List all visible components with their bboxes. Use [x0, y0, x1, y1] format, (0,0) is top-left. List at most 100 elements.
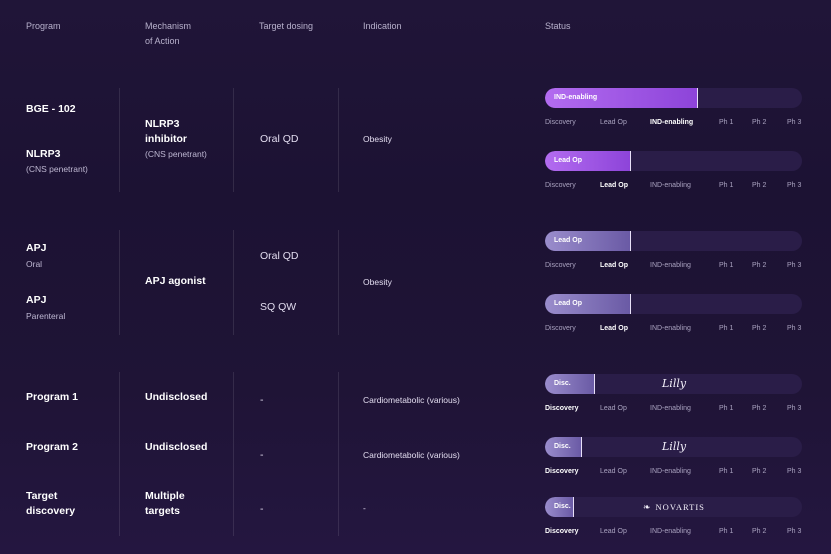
mechanism: Undisclosed: [145, 441, 208, 453]
program-name: NLRP3: [26, 148, 61, 160]
status-progress-marker: [594, 374, 595, 394]
divider: [233, 372, 234, 536]
stage-label: Discovery: [545, 468, 579, 475]
status-stage-label: Disc.: [554, 380, 571, 387]
status-stage-label: Lead Op: [554, 157, 583, 164]
status-stage-label: Disc.: [554, 443, 571, 450]
status-stage-label: IND-enabling: [554, 94, 598, 101]
program-subtitle: Oral: [26, 259, 43, 269]
divider: [233, 88, 234, 192]
partner-name: NOVARTIS: [655, 502, 705, 512]
stage-label: Ph 2: [752, 325, 767, 332]
status-progress-bar: Lead Op: [545, 231, 802, 251]
novartis-flame-icon: ❧: [643, 502, 652, 512]
stage-label: Ph 3: [787, 119, 802, 126]
stage-labels-row: Discovery Lead Op IND-enabling Ph 1 Ph 2 Ph 3: [545, 180, 805, 192]
header-mechanism: Mechanism of Action: [145, 19, 191, 49]
stage-label: Discovery: [545, 119, 576, 126]
mechanism-line: targets: [145, 505, 181, 517]
header-target-dosing: Target dosing: [259, 21, 314, 31]
status-progress-marker: [630, 231, 631, 251]
stage-label: Ph 2: [752, 468, 767, 475]
stage-label: IND-enabling: [650, 405, 691, 412]
divider: [338, 88, 339, 192]
status-progress-marker: [573, 497, 574, 517]
indication: Obesity: [363, 277, 392, 287]
stage-label: Lead Op: [600, 182, 629, 189]
program-name-line: Target: [26, 490, 58, 502]
mechanism: NLRP3 inhibitor: [145, 117, 187, 147]
stage-label: Ph 3: [787, 262, 802, 269]
stage-label: Ph 3: [787, 405, 802, 412]
stage-label: Discovery: [545, 528, 579, 535]
partner-logo-lilly: Lilly: [662, 440, 687, 453]
partner-logo-lilly: Lilly: [662, 377, 687, 390]
target-dosing: -: [260, 449, 264, 461]
divider: [338, 230, 339, 335]
stage-label: Lead Op: [600, 325, 629, 332]
mechanism-line: inhibitor: [145, 133, 187, 145]
stage-label: IND-enabling: [650, 262, 691, 269]
indication: Obesity: [363, 134, 392, 144]
stage-label: Ph 1: [719, 262, 734, 269]
stage-label: Lead Op: [600, 119, 627, 126]
header-indication: Indication: [363, 21, 402, 31]
stage-label: IND-enabling: [650, 468, 691, 475]
indication: Cardiometabolic (various): [363, 395, 460, 405]
target-dosing: SQ QW: [260, 301, 297, 313]
stage-labels-row: Discovery Lead Op IND-enabling Ph 1 Ph 2 Ph 3: [545, 323, 805, 335]
status-progress-bar: Disc. Lilly: [545, 374, 802, 394]
stage-label: Ph 2: [752, 405, 767, 412]
status-stage-label: Lead Op: [554, 237, 583, 244]
mechanism-line: Multiple: [145, 490, 185, 502]
status-stage-label: Lead Op: [554, 300, 583, 307]
stage-label: Discovery: [545, 182, 576, 189]
header-mechanism-line2: of Action: [145, 36, 180, 46]
target-dosing: -: [260, 394, 264, 406]
mechanism-subtitle: (CNS penetrant): [145, 149, 207, 159]
stage-label: Lead Op: [600, 262, 629, 269]
stage-label: IND-enabling: [650, 119, 694, 126]
divider: [119, 372, 120, 536]
program-name: BGE - 102: [26, 103, 76, 115]
stage-label: Ph 1: [719, 468, 734, 475]
program-name: APJ: [26, 242, 47, 254]
stage-label: Ph 1: [719, 119, 734, 126]
program-name: Program 2: [26, 441, 78, 453]
header-status: Status: [545, 21, 571, 31]
partner-logo-novartis: ❧ NOVARTIS: [643, 501, 705, 513]
mechanism: APJ agonist: [145, 275, 206, 287]
stage-label: Ph 1: [719, 182, 734, 189]
stage-label: Lead Op: [600, 405, 627, 412]
divider: [119, 230, 120, 335]
stage-label: Ph 1: [719, 325, 734, 332]
program-name: APJ: [26, 294, 47, 306]
target-dosing: Oral QD: [260, 250, 299, 262]
stage-label: Discovery: [545, 405, 579, 412]
status-progress-bar: Lead Op: [545, 294, 802, 314]
program-subtitle: Parenteral: [26, 311, 66, 321]
status-progress-marker: [581, 437, 582, 457]
stage-label: Ph 3: [787, 528, 802, 535]
program-name: Target discovery: [26, 489, 75, 519]
stage-label: Ph 3: [787, 325, 802, 332]
program-name: Program 1: [26, 391, 78, 403]
target-dosing: Oral QD: [260, 133, 299, 145]
stage-label: Ph 2: [752, 119, 767, 126]
header-mechanism-line1: Mechanism: [145, 21, 192, 31]
mechanism: Multiple targets: [145, 489, 185, 519]
status-stage-label: Disc.: [554, 503, 571, 510]
stage-label: Lead Op: [600, 528, 627, 535]
stage-label: Discovery: [545, 325, 576, 332]
indication: -: [363, 503, 366, 513]
divider: [338, 372, 339, 536]
status-progress-marker: [630, 151, 631, 171]
status-progress-bar: IND-enabling: [545, 88, 802, 108]
target-dosing: -: [260, 503, 264, 515]
indication: Cardiometabolic (various): [363, 450, 460, 460]
stage-labels-row: Discovery Lead Op IND-enabling Ph 1 Ph 2 Ph 3: [545, 526, 805, 538]
stage-labels-row: Discovery Lead Op IND-enabling Ph 1 Ph 2 Ph 3: [545, 117, 805, 129]
header-program: Program: [26, 21, 61, 31]
status-progress-bar: Disc. ❧ NOVARTIS: [545, 497, 802, 517]
stage-label: Ph 3: [787, 468, 802, 475]
